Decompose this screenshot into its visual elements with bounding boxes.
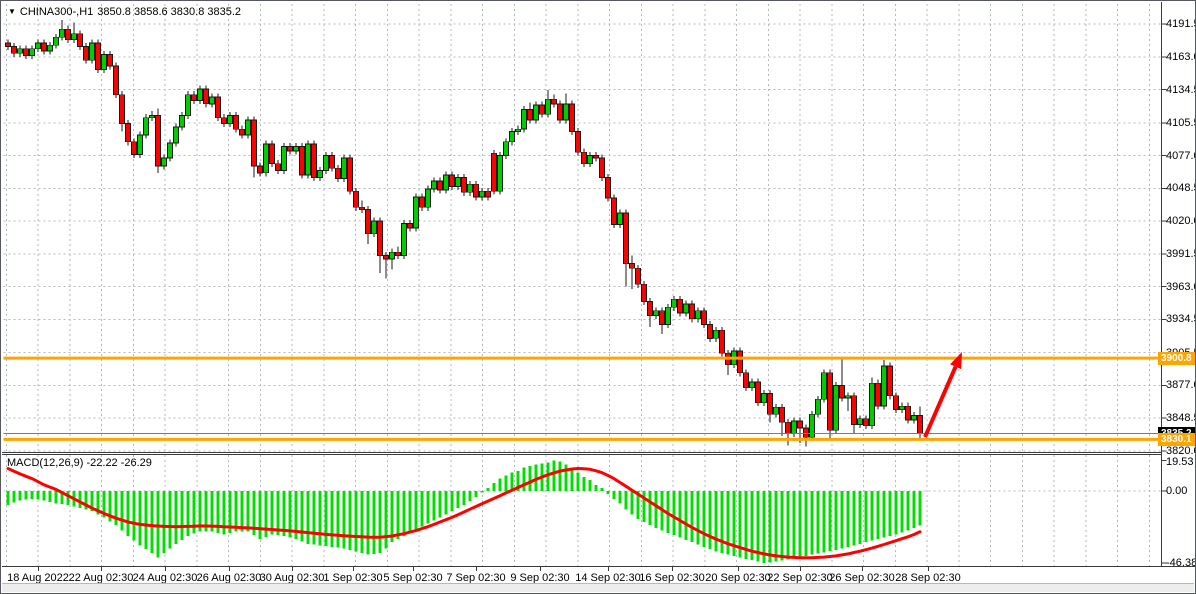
- symbol-name: CHINA300-,H1: [20, 6, 93, 18]
- price-axis-label: 4191.5: [1166, 18, 1196, 30]
- symbol-dropdown-icon[interactable]: ▼: [8, 7, 16, 17]
- macd-axis-label: -46.38: [1166, 557, 1196, 569]
- support-price-tag: 3830.1: [1158, 433, 1196, 446]
- grid-group: [4, 4, 1162, 566]
- indicator-values: -22.22 -26.29: [86, 457, 151, 469]
- price-axis-label: 3934.5: [1166, 313, 1196, 325]
- chart-window: ▼ CHINA300-,H1 3850.8 3858.6 3830.8 3835…: [0, 0, 1196, 594]
- price-axis-label: 4134.5: [1166, 84, 1196, 96]
- macd-axis-label: 19.53: [1166, 456, 1194, 468]
- price-axis-label: 4020.0: [1166, 215, 1196, 227]
- chart-canvas[interactable]: [1, 1, 1196, 594]
- price-axis-label: 3877.0: [1166, 379, 1196, 391]
- price-axis-label: 4048.5: [1166, 182, 1196, 194]
- price-axis-label: 3848.5: [1166, 412, 1196, 424]
- resistance-price-tag: 3900.8: [1158, 352, 1196, 365]
- candles-group: [6, 20, 923, 446]
- macd-axis-label: 0.00: [1166, 485, 1187, 497]
- indicator-label: MACD(12,26,9) -22.22 -26.29: [7, 457, 152, 469]
- price-axis-label: 4163.0: [1166, 51, 1196, 63]
- price-axis-label: 4077.0: [1166, 150, 1196, 162]
- bottom-strip: [2, 583, 1194, 592]
- indicator-name: MACD(12,26,9): [7, 457, 83, 469]
- symbol-ohlc: 3850.8 3858.6 3830.8 3835.2: [97, 6, 241, 18]
- price-axis-label: 3963.0: [1166, 281, 1196, 293]
- symbol-label: ▼ CHINA300-,H1 3850.8 3858.6 3830.8 3835…: [8, 6, 241, 18]
- price-axis-label: 4105.5: [1166, 117, 1196, 129]
- price-axis-label: 3991.5: [1166, 248, 1196, 260]
- trend-arrow[interactable]: [925, 352, 962, 437]
